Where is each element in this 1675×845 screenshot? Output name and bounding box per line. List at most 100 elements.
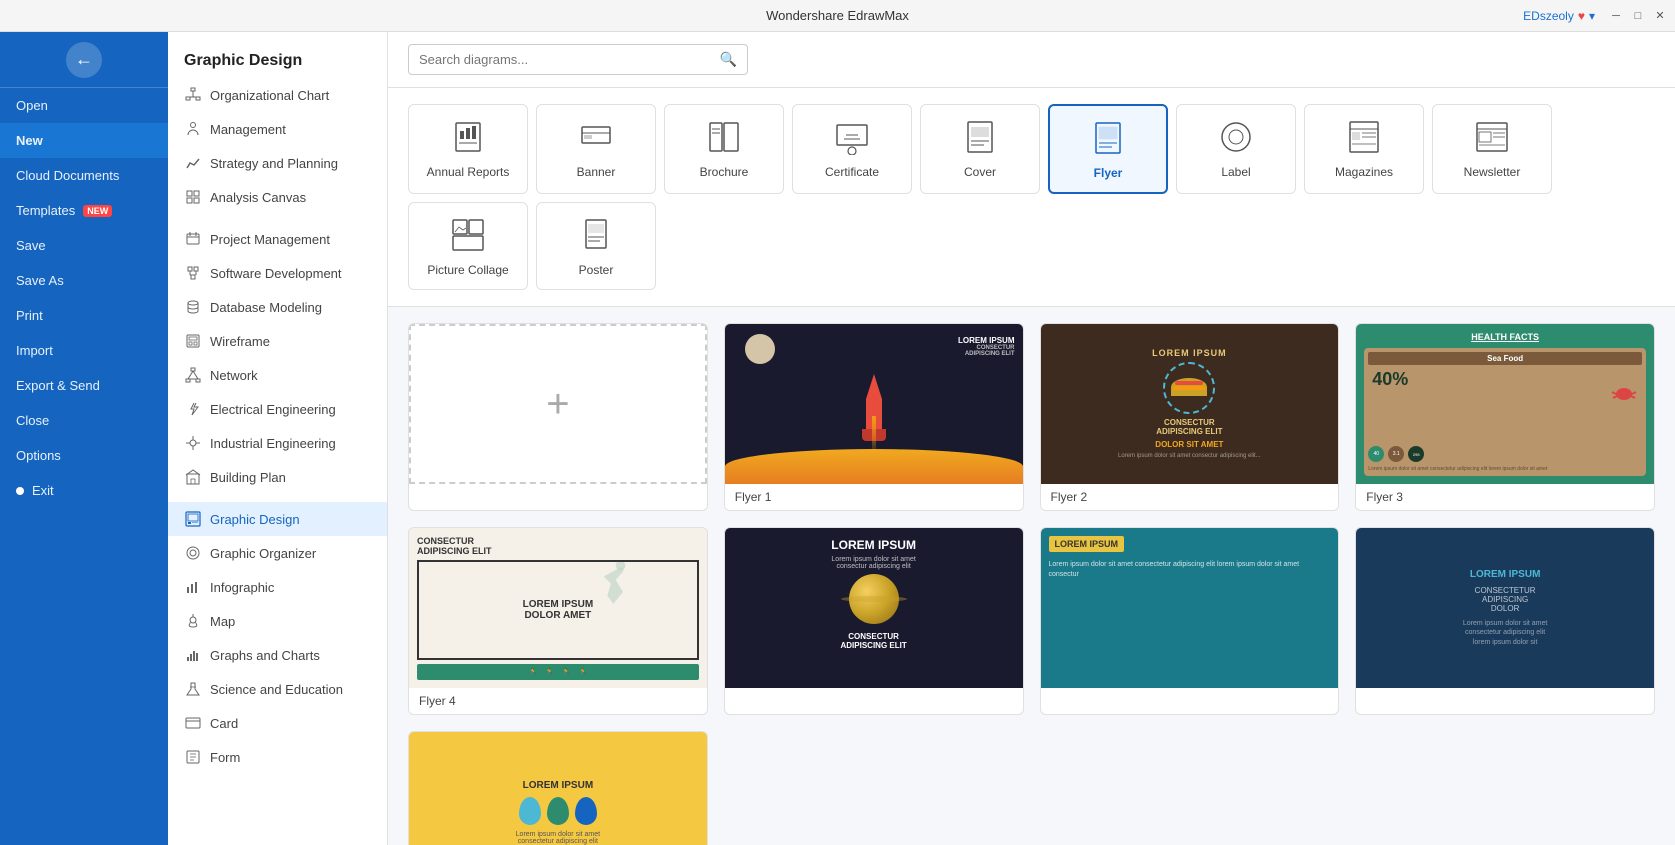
template-card-flyer5[interactable]: LOREM IPSUM Lorem ipsum dolor sit ametco…	[724, 527, 1024, 715]
search-icon[interactable]: 🔍	[720, 51, 737, 68]
cover-icon	[960, 117, 1000, 157]
close-button[interactable]: ✕	[1653, 9, 1667, 23]
sidebar-item-templates[interactable]: Templates NEW	[0, 193, 168, 228]
category-card-certificate[interactable]: Certificate	[792, 104, 912, 194]
middle-panel-title: Graphic Design	[168, 40, 387, 78]
template-card-flyer6[interactable]: LOREM IPSUM Lorem ipsum dolor sit amet c…	[1040, 527, 1340, 715]
flyer2-thumb: LOREM IPSUM CONSECTURADIPISCING ELIT	[1041, 324, 1339, 484]
burger-bun-top	[1171, 378, 1207, 396]
template-card-new[interactable]: +	[408, 323, 708, 511]
template-card-flyer2[interactable]: LOREM IPSUM CONSECTURADIPISCING ELIT	[1040, 323, 1340, 511]
flyer5-body: Lorem ipsum dolor sit ametconsectur adip…	[831, 556, 915, 570]
flyer2-burger-wrap	[1163, 362, 1215, 414]
templates-grid: +	[408, 323, 1655, 845]
middle-item-network[interactable]: Network	[168, 358, 387, 392]
graphs-icon	[184, 646, 202, 664]
middle-item-electrical[interactable]: Electrical Engineering	[168, 392, 387, 426]
middle-item-graphs[interactable]: Graphs and Charts	[168, 638, 387, 672]
cover-label: Cover	[964, 165, 996, 179]
template-card-flyer4[interactable]: CONSECTURADIPISCING ELIT LOREM IPSUMDOLO…	[408, 527, 708, 715]
sidebar-item-export[interactable]: Export & Send	[0, 368, 168, 403]
middle-item-graphic-organizer[interactable]: Graphic Organizer	[168, 536, 387, 570]
template-card-flyer1[interactable]: LOREM IPSUM CONSECTUR ADIPISCING ELIT Fl…	[724, 323, 1024, 511]
minimize-button[interactable]: ─	[1609, 9, 1623, 23]
middle-item-org-chart[interactable]: Organizational Chart	[168, 78, 387, 112]
template-card-flyer8[interactable]: LOREM IPSUM Lorem ipsum dolor sit ametco…	[408, 731, 708, 845]
middle-item-science[interactable]: Science and Education	[168, 672, 387, 706]
category-card-brochure[interactable]: Brochure	[664, 104, 784, 194]
flyer5-subtitle: CONSECTURADIPISCING ELIT	[841, 632, 907, 650]
analysis-icon	[184, 188, 202, 206]
category-card-newsletter[interactable]: Newsletter	[1432, 104, 1552, 194]
middle-item-software[interactable]: Software Development	[168, 256, 387, 290]
middle-item-card[interactable]: Card	[168, 706, 387, 740]
map-icon	[184, 612, 202, 630]
middle-item-graphic-design[interactable]: Graphic Design	[168, 502, 387, 536]
sidebar-item-close[interactable]: Close	[0, 403, 168, 438]
sidebar-item-print[interactable]: Print	[0, 298, 168, 333]
electrical-label: Electrical Engineering	[210, 402, 336, 417]
search-input[interactable]	[419, 52, 720, 67]
middle-item-map[interactable]: Map	[168, 604, 387, 638]
sidebar-logo: ←	[0, 32, 168, 88]
user-dropdown-icon[interactable]: ▾	[1589, 9, 1595, 23]
middle-item-form[interactable]: Form	[168, 740, 387, 774]
category-card-flyer[interactable]: Flyer	[1048, 104, 1168, 194]
sidebar-item-options[interactable]: Options	[0, 438, 168, 473]
sidebar-item-exit[interactable]: Exit	[0, 473, 168, 508]
search-input-wrap[interactable]: 🔍	[408, 44, 748, 75]
new-template-thumb: +	[409, 324, 707, 484]
poster-label: Poster	[579, 263, 614, 277]
newsletter-icon	[1472, 117, 1512, 157]
middle-item-industrial[interactable]: Industrial Engineering	[168, 426, 387, 460]
project-icon	[184, 230, 202, 248]
middle-item-database[interactable]: Database Modeling	[168, 290, 387, 324]
map-label: Map	[210, 614, 235, 629]
flyer-label: Flyer	[1094, 166, 1123, 180]
sidebar-item-cloud[interactable]: Cloud Documents	[0, 158, 168, 193]
flyer4-title: CONSECTURADIPISCING ELIT	[417, 536, 699, 556]
flyer1-label: Flyer 1	[725, 484, 1023, 510]
sidebar-item-saveas[interactable]: Save As	[0, 263, 168, 298]
category-card-annual-reports[interactable]: Annual Reports	[408, 104, 528, 194]
middle-item-infographic[interactable]: Infographic	[168, 570, 387, 604]
category-card-magazines[interactable]: Magazines	[1304, 104, 1424, 194]
content-area: 🔍 Annual Reports Banner	[388, 32, 1675, 845]
middle-item-project[interactable]: Project Management	[168, 222, 387, 256]
window-controls: ─ □ ✕	[1609, 9, 1667, 23]
sidebar-item-save[interactable]: Save	[0, 228, 168, 263]
category-card-banner[interactable]: Banner	[536, 104, 656, 194]
maximize-button[interactable]: □	[1631, 9, 1645, 23]
template-card-flyer3[interactable]: HEALTH FACTS Sea Food 40% Lorem ipsum do…	[1355, 323, 1655, 511]
org-chart-icon	[184, 86, 202, 104]
flyer2-body-text: Lorem ipsum dolor sit amet consectur adi…	[1118, 453, 1261, 461]
sidebar-item-open[interactable]: Open	[0, 88, 168, 123]
flyer2-label: Flyer 2	[1041, 484, 1339, 510]
middle-item-management[interactable]: Management	[168, 112, 387, 146]
exit-dot-icon	[16, 487, 24, 495]
user-area[interactable]: EDszeoly ♥ ▾	[1523, 9, 1595, 23]
flyer8-balloons	[519, 797, 597, 825]
network-icon	[184, 366, 202, 384]
category-card-cover[interactable]: Cover	[920, 104, 1040, 194]
print-label: Print	[16, 308, 43, 323]
middle-item-building[interactable]: Building Plan	[168, 460, 387, 494]
flyer3-thumb: HEALTH FACTS Sea Food 40% Lorem ipsum do…	[1356, 324, 1654, 484]
building-label: Building Plan	[210, 470, 286, 485]
sidebar-item-import[interactable]: Import	[0, 333, 168, 368]
middle-item-analysis[interactable]: Analysis Canvas	[168, 180, 387, 214]
sidebar-item-new[interactable]: New	[0, 123, 168, 158]
middle-item-strategy[interactable]: Strategy and Planning	[168, 146, 387, 180]
open-label: Open	[16, 98, 48, 113]
strategy-label: Strategy and Planning	[210, 156, 338, 171]
category-card-poster[interactable]: Poster	[536, 202, 656, 290]
template-card-flyer7[interactable]: LOREM IPSUM CONSECTETURADIPISCINGDOLOR L…	[1355, 527, 1655, 715]
annual-reports-icon	[448, 117, 488, 157]
category-card-label-item[interactable]: Label	[1176, 104, 1296, 194]
back-button[interactable]: ←	[66, 42, 102, 78]
middle-item-wireframe[interactable]: Wireframe	[168, 324, 387, 358]
database-label: Database Modeling	[210, 300, 322, 315]
card-icon	[184, 714, 202, 732]
category-card-picture-collage[interactable]: Picture Collage	[408, 202, 528, 290]
flyer2-title: LOREM IPSUM	[1152, 348, 1227, 358]
